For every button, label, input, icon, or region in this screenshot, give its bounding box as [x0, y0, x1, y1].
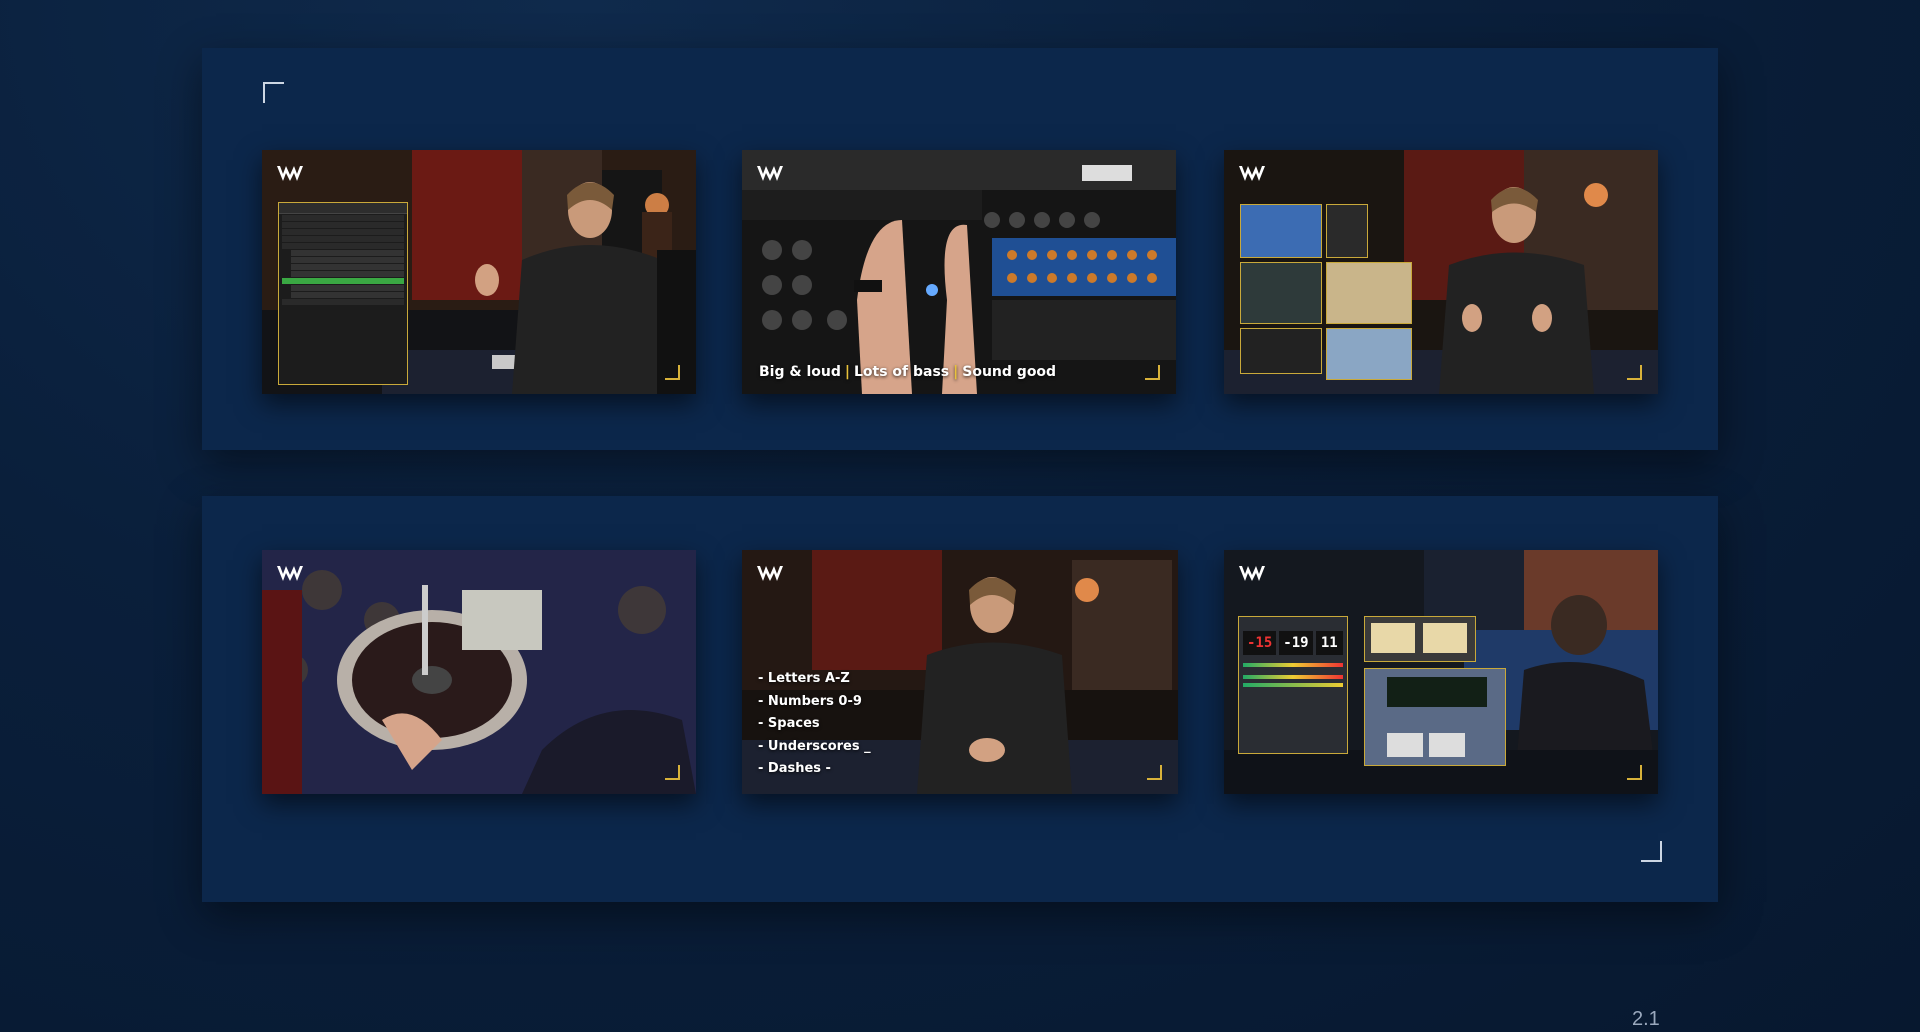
waves-logo-icon — [277, 566, 303, 581]
compressor-plugin-window — [1240, 328, 1322, 374]
corner-accent-icon — [1627, 765, 1642, 780]
video-thumbnail-2[interactable]: Big & loud | Lots of bass | Sound good — [742, 150, 1176, 394]
gear-scene-image — [742, 150, 1176, 394]
loudness-meter-plugin: -15 -19 11 — [1238, 616, 1348, 754]
video-thumbnail-3[interactable] — [1224, 150, 1658, 394]
loudness-value: 11 — [1315, 631, 1343, 655]
stereo-meter-plugin — [1364, 668, 1506, 766]
list-item: - Underscores _ — [758, 738, 871, 754]
page-number: 2.1 — [1632, 1008, 1660, 1030]
waves-logo-icon — [757, 566, 783, 581]
limiter-plugin-window — [1326, 262, 1412, 324]
waves-logo-icon — [1239, 166, 1265, 181]
video-thumbnail-4[interactable] — [262, 550, 696, 794]
corner-accent-icon — [1147, 765, 1162, 780]
corner-accent-icon — [1145, 365, 1160, 380]
waves-logo-icon — [277, 166, 303, 181]
loudness-value: -15 — [1243, 631, 1277, 655]
video-thumbnail-1[interactable] — [262, 150, 696, 394]
waves-logo-icon — [757, 166, 783, 181]
stereo-plugin-window — [1326, 328, 1412, 380]
bottom-panel: - Letters A-Z - Numbers 0-9 - Spaces - U… — [202, 496, 1718, 902]
video-thumbnail-6[interactable]: -15 -19 11 — [1224, 550, 1658, 794]
loudness-value: -19 — [1279, 631, 1313, 655]
analyzer-plugin-window — [1240, 262, 1322, 324]
list-item: - Letters A-Z — [758, 671, 850, 686]
video-caption: Big & loud | Lots of bass | Sound good — [759, 364, 1057, 380]
naming-rules-list: - Letters A-Z - Numbers 0-9 - Spaces - U… — [758, 668, 871, 781]
list-item: - Numbers 0-9 — [758, 693, 862, 709]
waves-logo-icon — [1239, 566, 1265, 581]
file-browser-overlay — [278, 202, 408, 385]
video-thumbnail-5[interactable]: - Letters A-Z - Numbers 0-9 - Spaces - U… — [742, 550, 1178, 794]
corner-mark-top-left — [263, 82, 284, 103]
corner-accent-icon — [665, 765, 680, 780]
list-item: - Spaces — [758, 716, 820, 731]
eq-plugin-window — [1240, 204, 1322, 258]
corner-accent-icon — [1627, 365, 1642, 380]
meter-plugin-window — [1326, 204, 1368, 258]
lathe-scene-image — [262, 550, 696, 794]
corner-mark-bottom-right — [1641, 841, 1662, 862]
list-item: - Dashes - — [758, 761, 831, 776]
top-panel: Big & loud | Lots of bass | Sound good — [202, 48, 1718, 450]
corner-accent-icon — [665, 365, 680, 380]
vu-meter-plugin — [1364, 616, 1476, 662]
